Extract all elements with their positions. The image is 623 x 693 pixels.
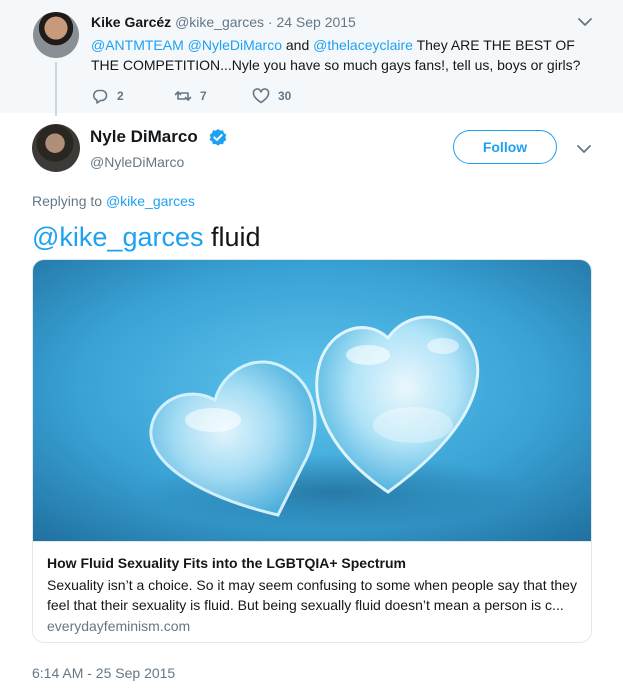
- thread-connector-line: [55, 62, 57, 116]
- reply-count: 2: [117, 89, 124, 103]
- mention-link[interactable]: @thelaceyclaire: [313, 37, 413, 53]
- parent-tweet-date[interactable]: 24 Sep 2015: [276, 14, 355, 30]
- main-author-name[interactable]: Nyle DiMarco: [90, 127, 198, 147]
- replying-to-link[interactable]: @kike_garces: [106, 193, 195, 209]
- retweet-count: 7: [200, 89, 207, 103]
- tweet-timestamp[interactable]: 6:14 AM - 25 Sep 2015: [32, 665, 175, 681]
- mention-link[interactable]: @ANTMTEAM: [91, 37, 184, 53]
- card-text-area[interactable]: How Fluid Sexuality Fits into the LGBTQI…: [33, 541, 591, 642]
- reply-button[interactable]: 2: [91, 87, 124, 105]
- follow-button[interactable]: Follow: [453, 130, 557, 164]
- retweet-icon: [174, 91, 192, 101]
- like-count: 30: [278, 89, 292, 103]
- card-description: Sexuality isn’t a choice. So it may seem…: [47, 577, 577, 613]
- parent-tweet[interactable]: Kike Garcéz @kike_garces · 24 Sep 2015 @…: [0, 0, 623, 116]
- main-tweet-text: @kike_garces fluid: [32, 220, 261, 254]
- parent-author-name[interactable]: Kike Garcéz: [91, 14, 171, 30]
- chevron-down-icon[interactable]: [577, 16, 593, 28]
- main-author-handle[interactable]: @NyleDiMarco: [90, 154, 184, 170]
- tweet-text-fragment: and: [282, 37, 314, 53]
- retweet-button[interactable]: 7: [174, 87, 207, 105]
- chevron-down-icon[interactable]: [576, 143, 592, 155]
- card-domain: everydayfeminism.com: [47, 618, 191, 634]
- card-image[interactable]: [33, 260, 591, 541]
- verified-badge-icon: [209, 129, 227, 146]
- heart-icon: [252, 88, 270, 104]
- mention-link[interactable]: @NyleDiMarco: [188, 37, 282, 53]
- parent-tweet-text: @ANTMTEAM @NyleDiMarco and @thelaceyclai…: [91, 35, 601, 75]
- parent-tweet-header: Kike Garcéz @kike_garces · 24 Sep 2015: [91, 14, 356, 30]
- main-author-avatar[interactable]: [32, 124, 80, 172]
- replying-to-line: Replying to @kike_garces: [32, 193, 195, 209]
- card-title[interactable]: How Fluid Sexuality Fits into the LGBTQI…: [47, 555, 406, 571]
- mention-link[interactable]: @kike_garces: [32, 222, 203, 252]
- link-preview-card[interactable]: How Fluid Sexuality Fits into the LGBTQI…: [32, 259, 592, 643]
- header-separator: ·: [267, 14, 273, 30]
- reply-icon: [92, 89, 108, 104]
- tweet-text-fragment: fluid: [203, 222, 261, 252]
- parent-author-avatar[interactable]: [33, 12, 79, 58]
- like-button[interactable]: 30: [252, 87, 291, 105]
- replying-to-prefix: Replying to: [32, 193, 106, 209]
- parent-author-handle[interactable]: @kike_garces: [175, 14, 264, 30]
